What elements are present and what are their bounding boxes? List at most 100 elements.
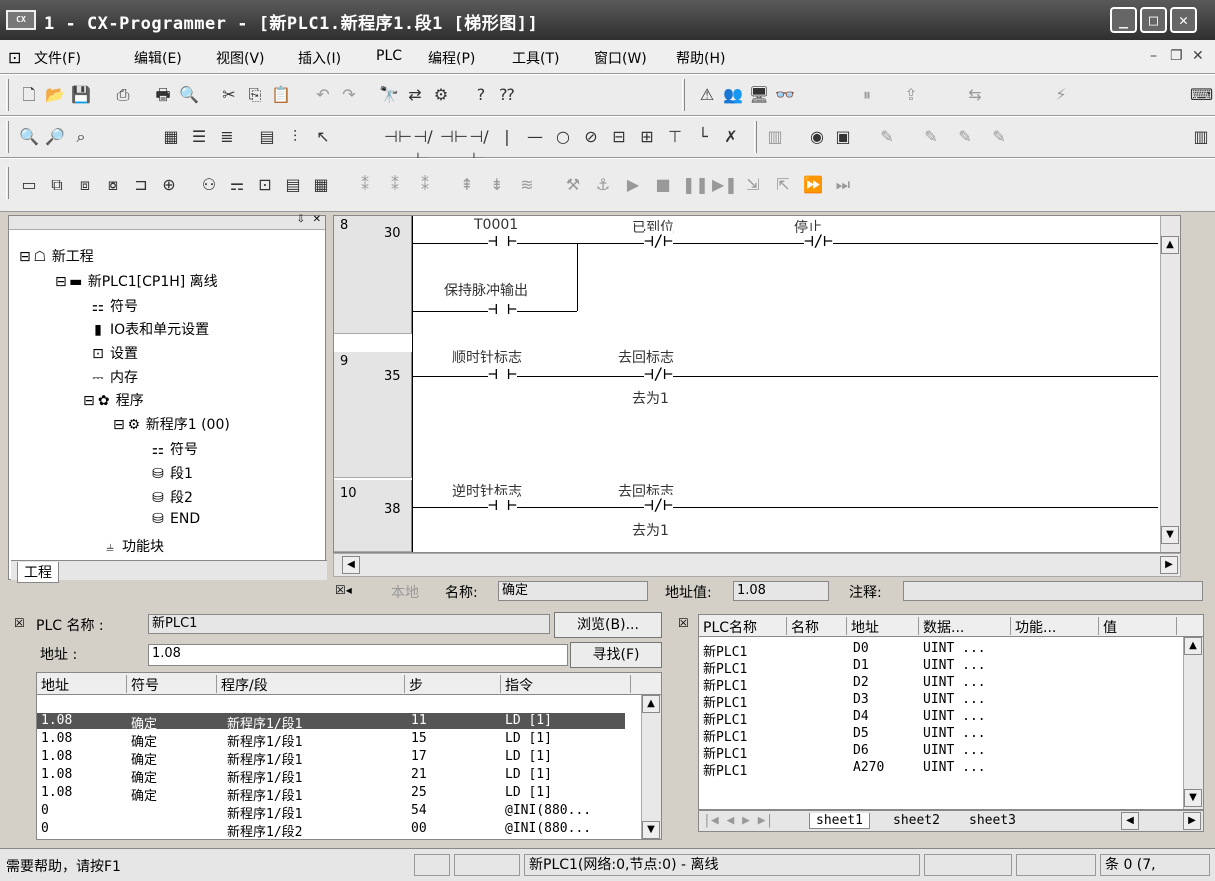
mdi-restore-icon[interactable]: ❐ (1170, 48, 1183, 64)
help-icon[interactable]: ? (470, 84, 492, 106)
copy-icon[interactable]: ⎘ (244, 84, 266, 106)
run-icon[interactable]: ▶ (622, 174, 644, 196)
contact-cw-flag[interactable]: ⊣ ⊢ (488, 364, 517, 383)
symbol-table-icon[interactable]: ⚇ (198, 174, 220, 196)
monitor-ladder-icon[interactable]: ▤ (256, 126, 278, 148)
menu-insert[interactable]: 插入(I) (298, 48, 341, 68)
comments-icon[interactable]: ☰ (188, 126, 210, 148)
tab-nav-icon[interactable]: |◀ ◀ ▶ ▶| (703, 813, 773, 828)
or-nc-icon[interactable]: ⊣/⊢ (468, 126, 490, 168)
xref-plc-field[interactable]: 新PLC1 (148, 614, 550, 634)
contact-no-icon[interactable]: ⊣⊢ (384, 126, 412, 148)
rung-header-10[interactable]: 10 38 (334, 480, 412, 552)
zoom-in-icon[interactable]: 🔎 (44, 126, 66, 148)
line-icon[interactable]: └ (692, 126, 714, 148)
step-out-icon[interactable]: ⇱ (772, 174, 794, 196)
scroll-right-icon[interactable]: ▶ (1183, 812, 1201, 830)
xref-close-icon[interactable]: ☒ (14, 616, 25, 630)
zoom-fit-icon[interactable]: ⌕ (70, 126, 92, 148)
collapse-icon[interactable]: ⊟ (113, 417, 125, 433)
warning-icon[interactable]: ⚠ (696, 84, 718, 106)
ladder-vscroll[interactable]: ▲ ▼ (1160, 216, 1180, 552)
table-row[interactable]: 1.08 确定 新程序1/段1 15 LD [1] (37, 731, 661, 750)
tab-sheet1[interactable]: sheet1 (809, 813, 870, 829)
contact-stop-nc[interactable]: ⊣/⊢ (804, 231, 833, 250)
contact-hold-pulse[interactable]: ⊣ ⊢ (488, 299, 517, 318)
tree-item-end[interactable]: ⛁ END (149, 511, 200, 527)
scroll-up-icon[interactable]: ▲ (1161, 236, 1179, 254)
cross-ref-icon[interactable]: ⚙ (430, 84, 452, 106)
toolbar-grip[interactable] (682, 79, 685, 111)
scroll-down-icon[interactable]: ▼ (1184, 789, 1202, 807)
tree-item-section1[interactable]: ⛁ 段1 (149, 463, 193, 483)
table-row[interactable]: 新PLC1 D0 UINT ... (699, 641, 1203, 660)
calendar-icon[interactable]: ▣ (832, 126, 854, 148)
toolbar-grip[interactable] (754, 121, 757, 153)
table-row[interactable]: 新PLC1 A270 UINT ... (699, 760, 1203, 779)
table-row[interactable]: 新PLC1 D4 UINT ... (699, 709, 1203, 728)
open-icon[interactable]: 📂 (44, 84, 66, 106)
table-row[interactable]: 新PLC1 D6 UINT ... (699, 743, 1203, 762)
info-name-field[interactable]: 确定 (498, 581, 648, 601)
contact-t0001[interactable]: ⊣ ⊢ (488, 231, 517, 250)
tree-item-program1[interactable]: ⊟ ⚙ 新程序1 (00) (113, 414, 230, 434)
fast-forward-icon[interactable]: ⏩ (802, 174, 824, 196)
scroll-right-icon[interactable]: ▶ (1160, 556, 1178, 574)
delete-icon[interactable]: ✗ (720, 126, 742, 148)
mdi-doc-icon[interactable]: ⊡ (8, 48, 21, 67)
tree-item-project[interactable]: ⊟ ☖ 新工程 (19, 246, 94, 266)
menu-view[interactable]: 视图(V) (216, 48, 265, 68)
instruction-icon[interactable]: ⊟ (608, 126, 630, 148)
compare-icon[interactable]: ⇆ (964, 84, 986, 106)
xref-window-icon[interactable]: ⧇ (102, 174, 124, 196)
menu-window[interactable]: 窗口(W) (594, 48, 647, 68)
print-icon[interactable]: 🖶 (152, 84, 174, 106)
pause-icon[interactable]: ⏸ (856, 84, 878, 106)
monitor-icon[interactable]: 🖥 (748, 84, 770, 106)
network-icon[interactable]: ⚡ (1050, 84, 1072, 106)
ladder-hscroll[interactable]: ◀ ▶ (333, 553, 1181, 577)
toolbar-grip[interactable] (6, 79, 9, 111)
coil-icon[interactable]: ○ (552, 126, 574, 148)
print-preview-icon[interactable]: ⎙ (112, 84, 134, 106)
horizontal-line-icon[interactable]: — (524, 126, 546, 148)
close-button[interactable]: ✕ (1170, 7, 1197, 33)
collapse-icon[interactable]: ⊟ (55, 274, 67, 290)
tree-item-programs[interactable]: ⊟ ✿ 程序 (83, 390, 144, 410)
menu-edit[interactable]: 编辑(E) (134, 48, 182, 68)
coil-nc-icon[interactable]: ⊘ (580, 126, 602, 148)
step-icon[interactable]: ▶❚ (712, 174, 738, 196)
menu-plc[interactable]: PLC (376, 48, 402, 64)
menu-file[interactable]: 文件(F) (34, 48, 81, 68)
edit-a-icon[interactable]: ✎ (876, 126, 898, 148)
tree-item-section2[interactable]: ⛁ 段2 (149, 487, 193, 507)
info-address-field[interactable]: 1.08 (733, 581, 829, 601)
toolbar-grip[interactable] (6, 121, 9, 153)
preview-icon[interactable]: 🔍 (178, 84, 200, 106)
context-help-icon[interactable]: ⁇ (496, 84, 518, 106)
minimize-button[interactable]: _ (1110, 7, 1137, 33)
rung-down-icon[interactable]: ⇟ (486, 174, 508, 196)
step-in-icon[interactable]: ⇲ (742, 174, 764, 196)
redo-icon[interactable]: ↷ (338, 84, 360, 106)
tree-item-settings[interactable]: ⊡ 设置 (89, 343, 138, 363)
rung-icon[interactable]: ≋ (516, 174, 538, 196)
paste-icon[interactable]: 📋 (270, 84, 292, 106)
calc-icon[interactable]: ▦ (310, 174, 332, 196)
contact-arrived-nc[interactable]: ⊣/⊢ (644, 231, 673, 250)
tree-icon[interactable]: ⫶ (284, 126, 306, 148)
edit-b-icon[interactable]: ✎ (920, 126, 942, 148)
table-row[interactable]: 1.08 确定 新程序1/段1 17 LD [1] (37, 749, 661, 768)
stop-icon[interactable]: ■ (652, 174, 674, 196)
output-window-icon[interactable]: ⧉ (46, 174, 68, 196)
select-icon[interactable]: ↖ (312, 126, 334, 148)
collapse-icon[interactable]: ⊟ (83, 393, 95, 409)
project-window-icon[interactable]: ▭ (18, 174, 40, 196)
table-row[interactable]: 1.08 确定 新程序1/段1 25 LD [1] (37, 785, 661, 804)
tree-pin-icon[interactable]: ⇩ (297, 214, 305, 225)
compile-icon[interactable]: ◉ (806, 126, 828, 148)
save-icon[interactable]: 💾 (70, 84, 92, 106)
properties-icon[interactable]: ⊕ (158, 174, 180, 196)
contact-nc-icon[interactable]: ⊣/⊢ (412, 126, 434, 168)
tree-item-function-blocks[interactable]: ⫨ 功能块 (101, 536, 164, 556)
